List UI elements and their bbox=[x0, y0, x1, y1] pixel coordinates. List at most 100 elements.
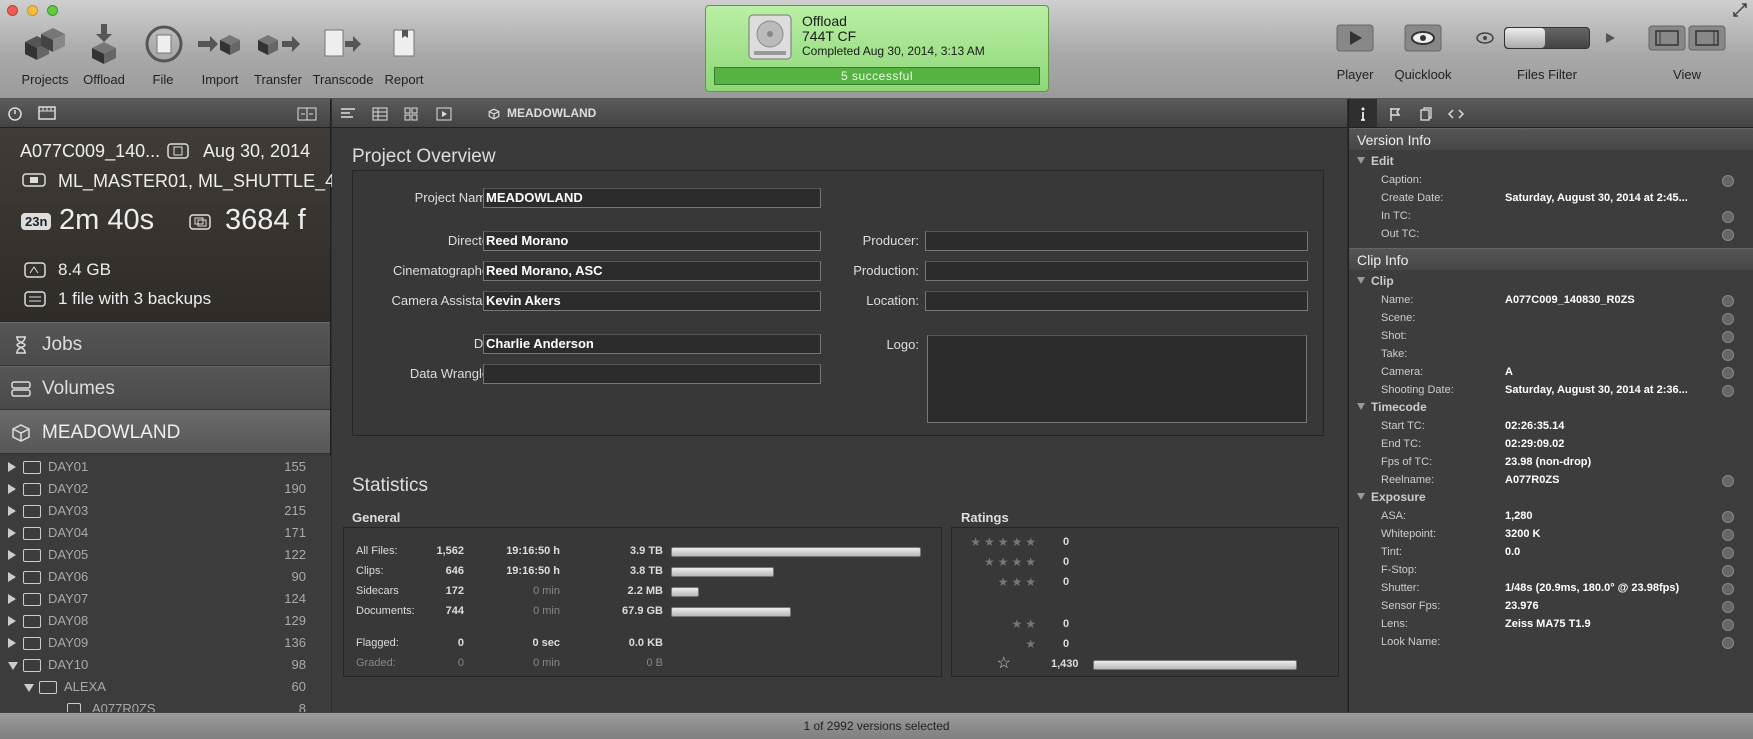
edit-pencil-icon[interactable] bbox=[1722, 313, 1734, 325]
tree-row[interactable]: ALEXA 60 bbox=[0, 676, 331, 698]
edit-pencil-icon[interactable] bbox=[1722, 475, 1734, 487]
cinematographer-field[interactable]: Reed Morano, ASC bbox=[483, 261, 821, 281]
nav-project-meadowland[interactable]: MEADOWLAND bbox=[0, 410, 330, 454]
tree-row[interactable]: DAY01 155 bbox=[0, 456, 331, 478]
edit-pencil-icon[interactable] bbox=[1722, 385, 1734, 397]
property-value[interactable]: 23.976 bbox=[1505, 600, 1539, 612]
disclosure-triangle-icon[interactable] bbox=[8, 550, 16, 560]
zoom-window-button[interactable] bbox=[47, 5, 58, 16]
property-value[interactable]: A077R0ZS bbox=[1505, 474, 1559, 486]
tree-row[interactable]: DAY07 124 bbox=[0, 588, 331, 610]
project-name-field[interactable]: MEADOWLAND bbox=[483, 188, 821, 208]
close-window-button[interactable] bbox=[7, 5, 18, 16]
disclosure-triangle-icon[interactable] bbox=[24, 684, 34, 692]
property-value[interactable]: Saturday, August 30, 2014 at 2:36... bbox=[1505, 384, 1688, 396]
edit-pencil-icon[interactable] bbox=[1722, 529, 1734, 541]
file-button[interactable]: File bbox=[140, 22, 186, 87]
tree-row[interactable]: DAY02 190 bbox=[0, 478, 331, 500]
inspector-group-toggle[interactable]: Timecode bbox=[1357, 400, 1427, 414]
production-field[interactable] bbox=[925, 261, 1308, 281]
disclosure-triangle-icon[interactable] bbox=[8, 662, 18, 670]
clock-icon[interactable] bbox=[8, 107, 22, 121]
offload-button[interactable]: Offload bbox=[80, 22, 128, 87]
offload-status-panel[interactable]: Offload 744T CF Completed Aug 30, 2014, … bbox=[705, 5, 1049, 92]
tree-row[interactable]: DAY08 129 bbox=[0, 610, 331, 632]
view-right-pane-icon[interactable] bbox=[1688, 25, 1726, 51]
edit-pencil-icon[interactable] bbox=[1722, 619, 1734, 631]
tree-row[interactable]: A077R0ZS 8 bbox=[0, 698, 331, 712]
quicklook-button[interactable]: Quicklook bbox=[1390, 24, 1456, 82]
view-left-pane-icon[interactable] bbox=[1648, 25, 1686, 51]
files-filter-control[interactable]: Files Filter bbox=[1472, 24, 1622, 82]
dit-field[interactable]: Charlie Anderson bbox=[483, 334, 821, 354]
rating-stars[interactable]: ★★★★★ bbox=[970, 535, 1039, 549]
edit-pencil-icon[interactable] bbox=[1722, 565, 1734, 577]
disclosure-triangle-icon[interactable] bbox=[8, 594, 16, 604]
location-field[interactable] bbox=[925, 291, 1308, 311]
disclosure-triangle-icon[interactable] bbox=[8, 616, 16, 626]
documents-icon[interactable] bbox=[1419, 107, 1433, 121]
rating-stars[interactable]: ★★ bbox=[1011, 617, 1039, 631]
data-wrangler-field[interactable] bbox=[483, 364, 821, 384]
edit-pencil-icon[interactable] bbox=[1722, 229, 1734, 241]
edit-pencil-icon[interactable] bbox=[1722, 175, 1734, 187]
property-value[interactable]: 02:29:09.02 bbox=[1505, 438, 1564, 450]
property-value[interactable]: A bbox=[1505, 366, 1513, 378]
edit-pencil-icon[interactable] bbox=[1722, 349, 1734, 361]
producer-field[interactable] bbox=[925, 231, 1308, 251]
flag-icon[interactable] bbox=[1389, 107, 1401, 121]
list-view-icon[interactable] bbox=[372, 107, 388, 121]
logo-well[interactable] bbox=[927, 335, 1307, 423]
report-button[interactable]: Report bbox=[380, 22, 428, 87]
tree-row[interactable]: DAY04 171 bbox=[0, 522, 331, 544]
disclosure-triangle-icon[interactable] bbox=[8, 638, 16, 648]
property-value[interactable]: 3200 K bbox=[1505, 528, 1540, 540]
camera-assistant-field[interactable]: Kevin Akers bbox=[483, 291, 821, 311]
property-value[interactable]: 1/48s (20.9ms, 180.0° @ 23.98fps) bbox=[1505, 582, 1679, 594]
rating-stars[interactable]: ★★★★ bbox=[984, 555, 1039, 569]
fullscreen-icon[interactable] bbox=[1733, 3, 1747, 17]
minimize-window-button[interactable] bbox=[27, 5, 38, 16]
tree-row[interactable]: DAY06 90 bbox=[0, 566, 331, 588]
disclosure-triangle-icon[interactable] bbox=[8, 506, 16, 516]
breadcrumb[interactable]: MEADOWLAND bbox=[507, 106, 596, 120]
property-value[interactable]: Zeiss MA75 T1.9 bbox=[1505, 618, 1591, 630]
disclosure-triangle-icon[interactable] bbox=[8, 484, 16, 494]
clapper-icon[interactable] bbox=[38, 106, 56, 120]
view-button[interactable]: View bbox=[1644, 24, 1730, 82]
property-value[interactable]: 02:26:35.14 bbox=[1505, 420, 1564, 432]
transcode-button[interactable]: Transcode bbox=[312, 22, 374, 87]
property-value[interactable]: 0.0 bbox=[1505, 546, 1520, 558]
property-value[interactable]: 1,280 bbox=[1505, 510, 1533, 522]
player-button[interactable]: Player bbox=[1330, 24, 1380, 82]
player-view-icon[interactable] bbox=[436, 107, 452, 121]
grid-view-icon[interactable] bbox=[404, 107, 418, 121]
tree-row[interactable]: DAY10 98 bbox=[0, 654, 331, 676]
disclosure-triangle-icon[interactable] bbox=[8, 462, 16, 472]
projects-button[interactable]: Projects bbox=[18, 22, 72, 87]
director-field[interactable]: Reed Morano bbox=[483, 231, 821, 251]
tree-row[interactable]: DAY03 215 bbox=[0, 500, 331, 522]
nav-jobs[interactable]: Jobs bbox=[0, 322, 330, 366]
property-value[interactable]: A077C009_140830_R0ZS bbox=[1505, 294, 1635, 306]
rating-stars[interactable]: ★ bbox=[1025, 637, 1039, 651]
transfer-button[interactable]: Transfer bbox=[254, 22, 302, 87]
tree-row[interactable]: DAY05 122 bbox=[0, 544, 331, 566]
inspector-group-toggle[interactable]: Exposure bbox=[1357, 490, 1426, 504]
edit-pencil-icon[interactable] bbox=[1722, 367, 1734, 379]
edit-pencil-icon[interactable] bbox=[1722, 547, 1734, 559]
inspector-group-toggle[interactable]: Edit bbox=[1357, 154, 1394, 168]
property-value[interactable]: Saturday, August 30, 2014 at 2:45... bbox=[1505, 192, 1688, 204]
edit-pencil-icon[interactable] bbox=[1722, 583, 1734, 595]
property-value[interactable]: 23.98 (non-drop) bbox=[1505, 456, 1591, 468]
code-icon[interactable] bbox=[1448, 107, 1464, 121]
files-filter-slider[interactable] bbox=[1504, 27, 1590, 49]
tree-row[interactable]: DAY09 136 bbox=[0, 632, 331, 654]
edit-pencil-icon[interactable] bbox=[1722, 211, 1734, 223]
rating-stars[interactable]: ☆ bbox=[997, 653, 1014, 673]
edit-pencil-icon[interactable] bbox=[1722, 637, 1734, 649]
rating-stars[interactable]: ★★★ bbox=[998, 575, 1039, 589]
edit-pencil-icon[interactable] bbox=[1722, 601, 1734, 613]
import-button[interactable]: Import bbox=[196, 22, 244, 87]
inspector-group-toggle[interactable]: Clip bbox=[1357, 274, 1394, 288]
